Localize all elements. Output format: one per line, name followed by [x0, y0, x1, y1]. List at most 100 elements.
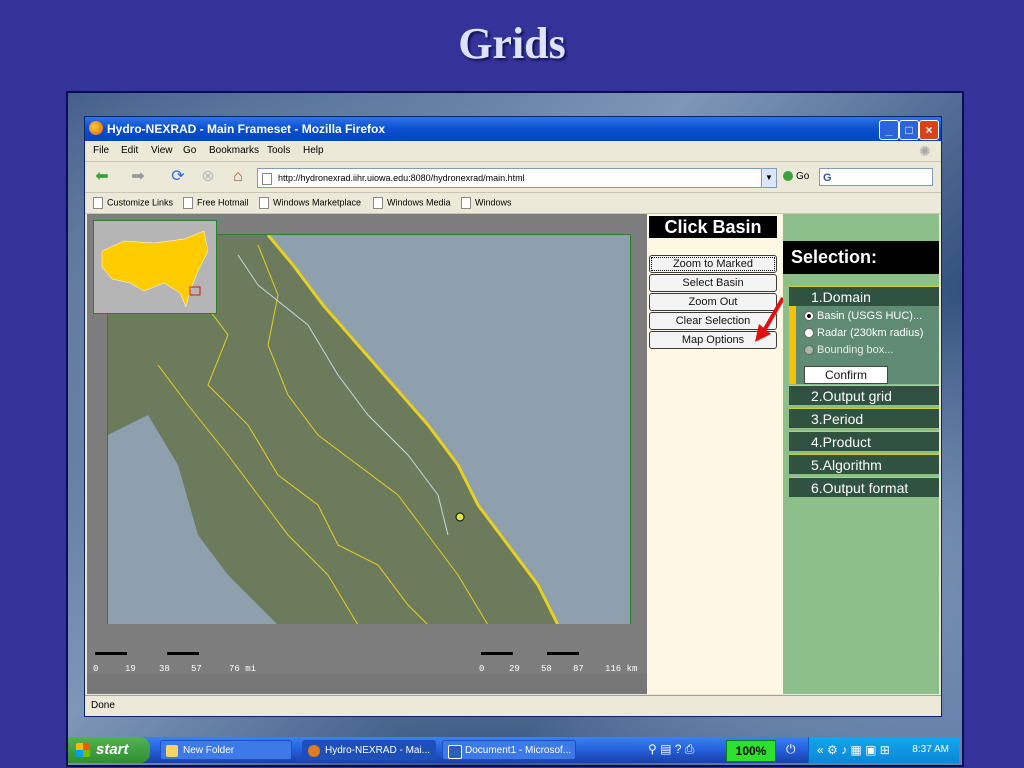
status-text: Done: [91, 700, 115, 711]
page-icon: [259, 197, 269, 209]
usa-shape: [101, 230, 209, 308]
go-icon: [783, 171, 793, 182]
url-bar[interactable]: http://hydronexrad.iihr.uiowa.edu:8080/h…: [257, 168, 777, 188]
scale-tick: 87: [573, 664, 584, 674]
windows-taskbar: start New Folder Hydro-NEXRAD - Mai... D…: [68, 737, 959, 763]
title-bar[interactable]: Hydro-NEXRAD - Main Frameset - Mozilla F…: [85, 117, 941, 141]
radio-radar[interactable]: Radar (230km radius): [804, 327, 923, 339]
folder-icon: [166, 745, 178, 757]
scale-tick: 19: [125, 664, 136, 674]
scale-tick: 58: [541, 664, 552, 674]
page-icon: [461, 197, 471, 209]
stop-icon[interactable]: ⊗: [197, 168, 219, 186]
scale-segment: [481, 652, 513, 655]
step-product[interactable]: 4.Product: [789, 431, 939, 451]
red-arrow-icon: [755, 296, 785, 342]
navigation-toolbar: ⬅ ➡ ⟳ ⊗ ⌂ http://hydronexrad.iihr.uiowa.…: [85, 161, 941, 193]
url-dropdown-icon[interactable]: ▼: [761, 169, 776, 187]
page-icon: [373, 197, 383, 209]
tray-plug-icon[interactable]: ⏻: [786, 742, 796, 757]
bookmark-windows-marketplace[interactable]: Windows Marketplace: [259, 197, 361, 209]
reload-icon[interactable]: ⟳: [167, 168, 189, 186]
page-icon: [93, 197, 103, 209]
menu-tools[interactable]: Tools: [267, 145, 290, 156]
scale-tick: 116 km: [605, 664, 638, 674]
bookmark-windows[interactable]: Windows: [461, 197, 512, 209]
bookmarks-toolbar: Customize Links Free Hotmail Windows Mar…: [85, 191, 941, 214]
zoom-indicator[interactable]: 100%: [726, 740, 776, 762]
inset-marker: [189, 286, 201, 296]
status-bar: Done: [85, 695, 941, 716]
bookmark-customize-links[interactable]: Customize Links: [93, 197, 173, 209]
tray-icons[interactable]: « ⚙ ♪ ▦ ▣ ⊞: [817, 737, 890, 763]
step-period[interactable]: 3.Period: [789, 408, 939, 428]
scale-tick: 38: [159, 664, 170, 674]
radio-basin[interactable]: Basin (USGS HUC)...: [804, 310, 922, 322]
scale-segment: [547, 652, 579, 655]
menu-go[interactable]: Go: [183, 145, 196, 156]
go-label: Go: [796, 171, 810, 182]
menu-help[interactable]: Help: [303, 145, 324, 156]
task-new-folder[interactable]: New Folder: [160, 740, 292, 760]
map-button-panel: Click Basin Zoom to Marked Select Basin …: [647, 214, 785, 694]
slide-title: Grids: [458, 19, 566, 68]
usa-overview: [101, 230, 209, 308]
step-domain[interactable]: 1.Domain: [789, 286, 939, 306]
quicklaunch-icons[interactable]: ⚲ ▤ ? ⎙: [648, 742, 694, 757]
step-output-grid[interactable]: 2.Output grid: [789, 385, 939, 405]
task-firefox[interactable]: Hydro-NEXRAD - Mai...: [302, 740, 436, 760]
minimize-button[interactable]: _: [879, 120, 899, 140]
scale-tick: 57: [191, 664, 202, 674]
selection-panel: Selection: 1.Domain Basin (USGS HUC)... …: [783, 214, 939, 694]
scale-bar: 0 19 38 57 76 mi 0 29 58 87 116 km: [87, 624, 647, 674]
bookmark-windows-media[interactable]: Windows Media: [373, 197, 451, 209]
scale-segment: [95, 652, 127, 655]
home-icon[interactable]: ⌂: [227, 168, 249, 186]
firefox-icon: [308, 745, 320, 757]
task-word[interactable]: Document1 - Microsof...: [442, 740, 576, 760]
menu-file[interactable]: File: [93, 145, 109, 156]
map-frame: 0 19 38 57 76 mi 0 29 58 87 116 km: [87, 214, 647, 674]
page-icon: [183, 197, 193, 209]
radio-icon: [804, 328, 814, 339]
clock: 8:37 AM: [912, 744, 949, 755]
system-tray: « ⚙ ♪ ▦ ▣ ⊞ 8:37 AM: [808, 737, 959, 763]
step-algorithm[interactable]: 5.Algorithm: [789, 454, 939, 474]
overview-inset-map[interactable]: [93, 220, 217, 314]
search-input[interactable]: G: [819, 168, 933, 186]
menu-edit[interactable]: Edit: [121, 145, 138, 156]
page-icon: [262, 172, 272, 185]
go-button[interactable]: Go: [783, 171, 809, 182]
radio-bounding-box[interactable]: Bounding box...: [804, 344, 893, 356]
back-icon[interactable]: ⬅: [91, 168, 113, 186]
firefox-window: Hydro-NEXRAD - Main Frameset - Mozilla F…: [84, 116, 942, 717]
scale-segment: [167, 652, 199, 655]
close-button[interactable]: ×: [919, 120, 939, 140]
click-basin-header: Click Basin: [649, 216, 777, 238]
selection-header: Selection:: [783, 241, 939, 274]
word-icon: [448, 745, 462, 759]
zoom-to-marked-button[interactable]: Zoom to Marked: [649, 255, 777, 273]
confirm-button[interactable]: Confirm: [804, 366, 888, 384]
start-button[interactable]: start: [68, 737, 150, 763]
scale-tick: 0: [93, 664, 99, 674]
radio-icon: [804, 345, 814, 356]
window-title: Hydro-NEXRAD - Main Frameset - Mozilla F…: [107, 122, 386, 136]
menu-view[interactable]: View: [151, 145, 173, 156]
scale-tick: 76 mi: [229, 664, 257, 674]
firefox-icon: [89, 121, 103, 135]
throbber-icon: ✺: [919, 143, 931, 159]
menu-bookmarks[interactable]: Bookmarks: [209, 145, 259, 156]
scale-tick: 0: [479, 664, 485, 674]
menu-bar: File Edit View Go Bookmarks Tools Help ✺: [85, 141, 941, 161]
scale-tick: 29: [509, 664, 520, 674]
forward-icon[interactable]: ➡: [127, 168, 149, 186]
step-output-format[interactable]: 6.Output format: [789, 477, 939, 497]
windows-logo-icon: [76, 743, 90, 757]
maximize-button[interactable]: □: [899, 120, 919, 140]
select-basin-button[interactable]: Select Basin: [649, 274, 777, 292]
radio-selected-icon: [804, 311, 814, 322]
bookmark-free-hotmail[interactable]: Free Hotmail: [183, 197, 249, 209]
page-content: 0 19 38 57 76 mi 0 29 58 87 116 km Click…: [87, 214, 939, 694]
marked-point[interactable]: [455, 512, 465, 522]
